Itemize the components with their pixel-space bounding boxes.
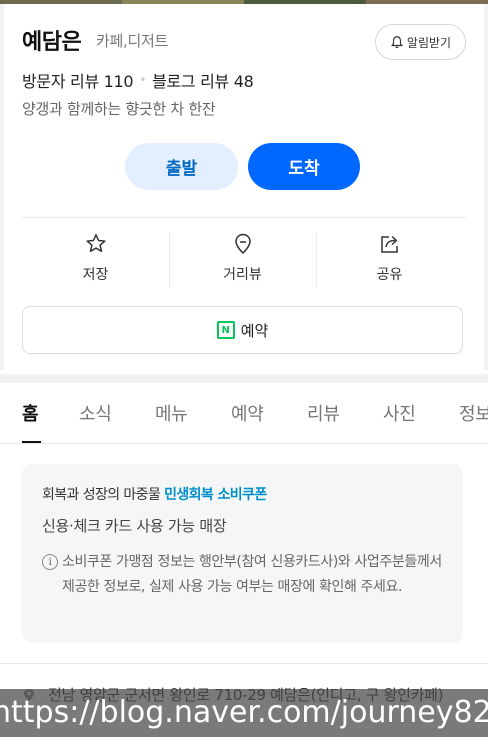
naver-n-calendar-icon: N (216, 321, 235, 339)
depart-button[interactable]: 출발 (125, 143, 238, 190)
review-summary: 방문자 리뷰 110 • 블로그 리뷰 48 (22, 68, 254, 92)
coupon-note-text: 소비쿠폰 가맹점 정보는 행안부(참여 신용카드사)와 사업주분들께서 제공한 … (62, 554, 442, 595)
tab-home[interactable]: 홈 (22, 400, 39, 426)
tab-bar: 홈 소식 메뉴 예약 리뷰 사진 정보 (0, 383, 488, 444)
share-button[interactable]: 공유 (316, 230, 463, 290)
coupon-title-prefix: 회복과 성장의 마중물 (42, 487, 161, 503)
divider (0, 663, 488, 664)
tab-menu[interactable]: 메뉴 (155, 400, 188, 426)
watermark-text: https://blog.naver.com/journey8282 (0, 695, 488, 730)
tab-review[interactable]: 리뷰 (307, 400, 340, 426)
tab-news[interactable]: 소식 (79, 400, 112, 426)
arrive-button[interactable]: 도착 (248, 143, 360, 190)
info-icon: i (42, 554, 58, 570)
save-label: 저장 (82, 267, 109, 283)
place-header: 예담은 카페,디저트 알림받기 (22, 22, 466, 60)
separator-dot: • (139, 73, 147, 87)
place-category: 카페,디저트 (96, 32, 168, 50)
street-view-button[interactable]: 거리뷰 (169, 230, 316, 290)
reserve-button[interactable]: N 예약 (22, 306, 463, 354)
coupon-title-highlight[interactable]: 민생회복 소비쿠폰 (164, 487, 267, 503)
share-label: 공유 (376, 267, 403, 283)
blog-review-link[interactable]: 블로그 리뷰 48 (152, 68, 254, 92)
star-icon (85, 234, 106, 253)
divider (22, 217, 466, 218)
active-tab-indicator (22, 441, 41, 443)
place-name: 예담은 (22, 30, 82, 55)
alarm-label: 알림받기 (406, 35, 452, 50)
reserve-label: 예약 (240, 321, 269, 340)
tab-reservation[interactable]: 예약 (231, 400, 264, 426)
coupon-note: i 소비쿠폰 가맹점 정보는 행안부(참여 신용카드사)와 사업주분들께서 제공… (42, 550, 443, 600)
coupon-subtitle: 신용·체크 카드 사용 가능 매장 (42, 517, 227, 535)
place-tagline: 양갱과 함께하는 향긋한 차 한잔 (22, 100, 216, 118)
visitor-review-link[interactable]: 방문자 리뷰 110 (22, 68, 134, 92)
side-edge-right (484, 4, 488, 370)
location-pin-icon (234, 233, 251, 255)
save-button[interactable]: 저장 (22, 230, 169, 290)
tab-photo[interactable]: 사진 (383, 400, 416, 426)
street-view-label: 거리뷰 (223, 267, 262, 283)
section-gap (0, 374, 488, 383)
action-bar: 저장 거리뷰 공유 (22, 230, 463, 290)
coupon-title: 회복과 성장의 마중물 민생회복 소비쿠폰 (42, 484, 443, 504)
share-icon (380, 235, 398, 253)
photo-strip[interactable] (0, 0, 488, 4)
watermark-overlay: https://blog.naver.com/journey8282 (0, 689, 488, 737)
side-edge-left (0, 4, 4, 370)
bell-plus-icon (390, 36, 403, 49)
alarm-button[interactable]: 알림받기 (375, 24, 466, 60)
coupon-card: 회복과 성장의 마중물 민생회복 소비쿠폰 신용·체크 카드 사용 가능 매장 … (22, 464, 463, 643)
tab-info[interactable]: 정보 (459, 400, 488, 426)
